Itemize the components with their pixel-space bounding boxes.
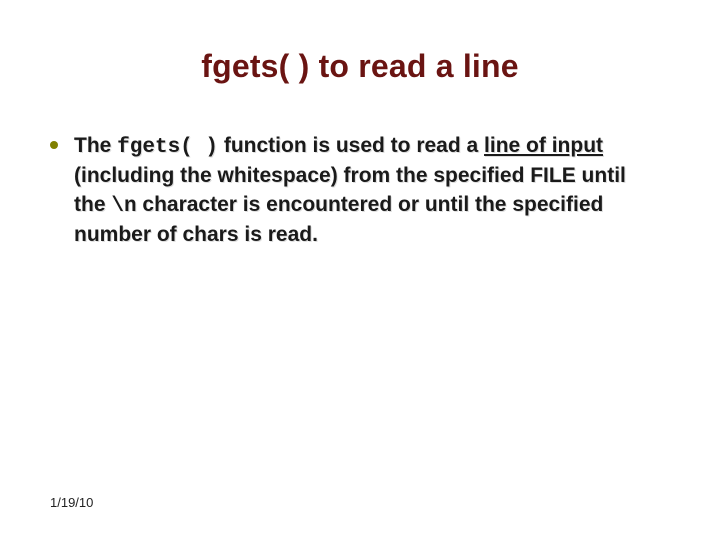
bullet-dot-icon bbox=[50, 141, 58, 149]
slide-body: The fgets( ) function is used to read a … bbox=[50, 132, 660, 249]
bullet-item: The fgets( ) function is used to read a … bbox=[50, 132, 660, 249]
bullet-text: The fgets( ) function is used to read a … bbox=[74, 132, 660, 249]
slide-title: fgets( ) to read a line bbox=[0, 48, 720, 85]
text-fragment: character is encountered or until the sp… bbox=[74, 193, 603, 246]
text-fragment: function is used to read a bbox=[218, 134, 484, 157]
slide: fgets( ) to read a line The fgets( ) fun… bbox=[0, 0, 720, 540]
text-fragment: The bbox=[74, 134, 117, 157]
code-fragment: \n bbox=[111, 195, 136, 218]
underline-fragment: line of input bbox=[484, 134, 603, 157]
code-fragment: fgets( ) bbox=[117, 136, 218, 159]
footer-date: 1/19/10 bbox=[50, 495, 93, 510]
